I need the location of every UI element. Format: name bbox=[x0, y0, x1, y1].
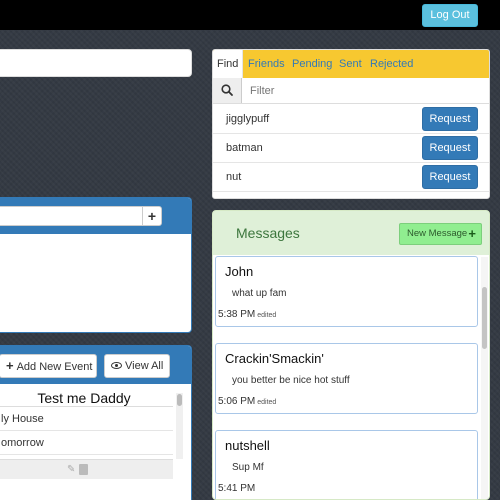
message-text: what up fam bbox=[232, 288, 287, 299]
friend-row: nut Request bbox=[213, 163, 489, 192]
tab-pending[interactable]: Pending bbox=[292, 50, 332, 78]
event-row[interactable]: ly House bbox=[0, 407, 173, 431]
message-card[interactable]: nutshell Sup Mf 5:41 PM bbox=[215, 430, 478, 499]
plus-icon: + bbox=[6, 358, 14, 373]
friend-name: jigglypuff bbox=[226, 113, 270, 125]
message-time-value: 5:41 PM bbox=[218, 483, 256, 494]
new-message-button[interactable]: New Message + bbox=[399, 223, 482, 245]
message-list: John what up fam 5:38 PM edited Crackin'S… bbox=[213, 255, 489, 499]
event-row-text: omorrow bbox=[1, 437, 44, 449]
message-author: Crackin'Smackin' bbox=[225, 351, 324, 366]
request-button[interactable]: Request bbox=[422, 107, 478, 131]
add-item-panel: + bbox=[0, 197, 192, 333]
event-footer: ✎ bbox=[0, 459, 173, 479]
filter-row bbox=[213, 78, 489, 104]
trash-icon[interactable] bbox=[79, 464, 88, 475]
pencil-icon[interactable]: ✎ bbox=[67, 464, 77, 475]
message-edited: edited bbox=[257, 399, 277, 406]
message-time-value: 5:06 PM bbox=[218, 396, 256, 407]
friend-name: batman bbox=[226, 142, 263, 154]
message-time: 5:41 PM bbox=[218, 483, 257, 494]
add-item-panel-header: + bbox=[0, 198, 191, 234]
message-edited: edited bbox=[257, 312, 277, 319]
friend-row: batman Request bbox=[213, 134, 489, 163]
top-input-panel[interactable] bbox=[0, 49, 192, 77]
message-time: 5:38 PM edited bbox=[218, 309, 276, 320]
message-card[interactable]: Crackin'Smackin' you better be nice hot … bbox=[215, 343, 478, 414]
new-message-label: New Message bbox=[407, 228, 468, 239]
add-new-event-button[interactable]: + Add New Event bbox=[0, 354, 97, 378]
event-row[interactable]: omorrow bbox=[0, 431, 173, 455]
events-panel-header: + Add New Event View All bbox=[0, 346, 191, 384]
messages-scrollbar[interactable] bbox=[481, 257, 488, 499]
friends-tab-bar: Find Friends Pending Sent Rejected bbox=[213, 50, 489, 78]
eye-icon bbox=[111, 362, 122, 369]
friends-panel: Find Friends Pending Sent Rejected jiggl… bbox=[212, 49, 490, 199]
event-scrollbar[interactable] bbox=[176, 393, 183, 459]
message-card[interactable]: John what up fam 5:38 PM edited bbox=[215, 256, 478, 327]
view-all-label: View All bbox=[125, 360, 164, 372]
event-row-text: ly House bbox=[1, 413, 44, 425]
logout-button[interactable]: Log Out bbox=[422, 4, 478, 27]
tab-sent[interactable]: Sent bbox=[339, 50, 362, 78]
tab-friends[interactable]: Friends bbox=[248, 50, 285, 78]
tab-rejected[interactable]: Rejected bbox=[370, 50, 413, 78]
filter-input[interactable] bbox=[243, 78, 489, 103]
view-all-button[interactable]: View All bbox=[104, 354, 170, 378]
friend-name: nut bbox=[226, 171, 242, 183]
messages-title: Messages bbox=[236, 225, 300, 241]
event-list: ly House omorrow bbox=[0, 406, 173, 458]
plus-icon[interactable]: + bbox=[142, 206, 162, 226]
friend-row: jigglypuff Request bbox=[213, 105, 489, 134]
plus-icon: + bbox=[468, 226, 476, 241]
add-item-input[interactable] bbox=[0, 206, 143, 226]
message-time: 5:06 PM edited bbox=[218, 396, 276, 407]
event-title: Test me Daddy bbox=[37, 390, 131, 406]
search-icon bbox=[213, 78, 242, 103]
message-text: you better be nice hot stuff bbox=[232, 375, 350, 386]
message-text: Sup Mf bbox=[232, 462, 264, 473]
add-new-event-label: Add New Event bbox=[16, 361, 93, 373]
messages-panel: Messages New Message + John what up fam 5… bbox=[212, 210, 490, 500]
message-author: John bbox=[225, 264, 254, 279]
event-scrollbar-thumb[interactable] bbox=[177, 394, 182, 406]
message-time-value: 5:38 PM bbox=[218, 309, 256, 320]
events-panel: + Add New Event View All Test me Daddy ly… bbox=[0, 345, 192, 500]
message-author: nutshell bbox=[225, 438, 270, 453]
tab-find[interactable]: Find bbox=[213, 50, 244, 78]
request-button[interactable]: Request bbox=[422, 165, 478, 189]
request-button[interactable]: Request bbox=[422, 136, 478, 160]
messages-scrollbar-thumb[interactable] bbox=[482, 287, 487, 349]
